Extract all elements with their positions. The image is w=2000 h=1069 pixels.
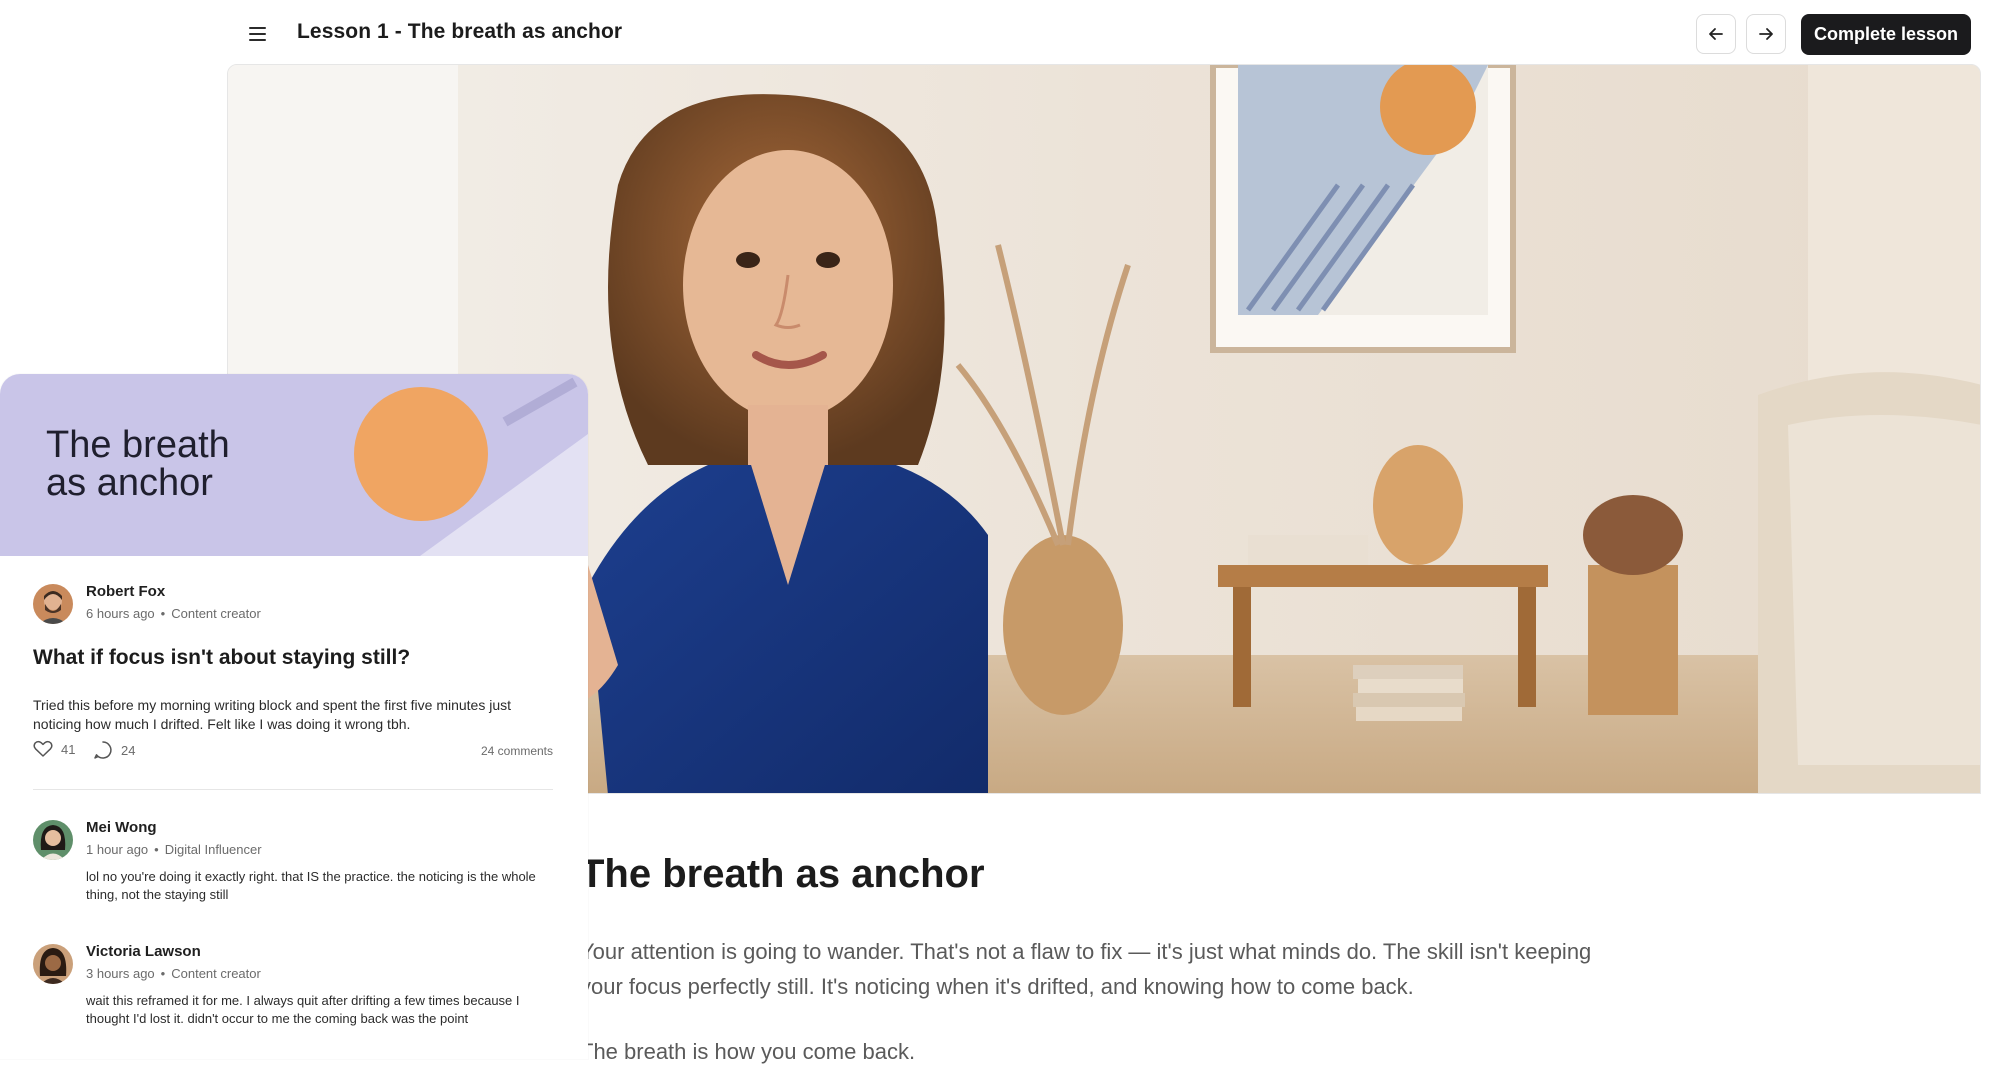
arrow-left-icon <box>1709 28 1723 40</box>
lesson-paragraph: Your attention is going to wander. That'… <box>580 939 1592 999</box>
post-reactions: 41 24 24 comments <box>33 740 553 764</box>
top-bar: Lesson 1 - The breath as anchor Complete… <box>0 0 2000 66</box>
comment-time: 1 hour ago <box>86 842 149 857</box>
arrow-right-icon <box>1759 28 1773 40</box>
banner-title-line: as anchor <box>46 462 213 504</box>
separator-dot: • <box>160 966 166 981</box>
author-name[interactable]: Mei Wong <box>86 819 157 836</box>
complete-lesson-button[interactable]: Complete lesson <box>1801 14 1971 55</box>
author-name[interactable]: Robert Fox <box>86 583 165 600</box>
like-button[interactable]: 41 <box>33 740 75 758</box>
post-title[interactable]: What if focus isn't about staying still? <box>33 646 573 670</box>
banner-title: The breath as anchor <box>46 426 230 502</box>
like-count: 41 <box>61 741 76 757</box>
comment-meta: 1 hour ago • Digital Influencer <box>86 842 262 857</box>
reply-button[interactable]: 24 <box>93 740 135 760</box>
comment-meta: 3 hours ago • Content creator <box>86 966 261 981</box>
author-role: Content creator <box>171 606 261 621</box>
discussion-card: The breath as anchor Robert Fox 6 hours … <box>0 374 588 1059</box>
comment-text: lol no you're doing it exactly right. th… <box>86 869 536 902</box>
card-banner: The breath as anchor <box>0 374 588 556</box>
author-name[interactable]: Victoria Lawson <box>86 943 201 960</box>
previous-lesson-button[interactable] <box>1696 14 1736 54</box>
lesson-title: Lesson 1 - The breath as anchor <box>297 20 623 43</box>
avatar[interactable] <box>33 820 73 860</box>
lesson-paragraph: The breath is how you come back. <box>580 1039 916 1064</box>
author-role: Digital Influencer <box>164 842 262 857</box>
avatar[interactable] <box>33 584 73 624</box>
comment-text: wait this reframed it for me. I always q… <box>86 993 520 1026</box>
post-meta: 6 hours ago • Content creator <box>86 606 261 621</box>
lesson-heading: The breath as anchor <box>580 852 985 896</box>
heart-icon <box>33 740 53 757</box>
avatar[interactable] <box>33 944 73 984</box>
menu-button[interactable] <box>240 16 276 52</box>
post-body: Tried this before my morning writing blo… <box>33 697 512 732</box>
reply-count: 24 <box>121 742 136 758</box>
hamburger-menu-icon <box>249 27 266 41</box>
comment-time: 3 hours ago <box>86 966 155 981</box>
comments-count-link[interactable]: 24 comments <box>481 744 553 758</box>
banner-title-line: The breath <box>46 424 230 466</box>
post-time: 6 hours ago <box>86 606 155 621</box>
comment-bubble-icon <box>94 741 112 759</box>
separator-dot: • <box>160 606 166 621</box>
author-role: Content creator <box>171 966 261 981</box>
next-lesson-button[interactable] <box>1746 14 1786 54</box>
separator-dot: • <box>154 842 159 857</box>
divider <box>33 789 553 790</box>
